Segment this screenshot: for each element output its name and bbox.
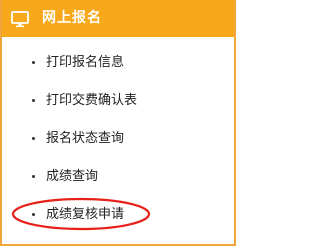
menu-item-label: 成绩复核申请 <box>46 207 125 222</box>
menu-item-print-registration-info[interactable]: 打印报名信息 <box>2 44 234 82</box>
menu-item-print-payment-confirmation[interactable]: 打印交费确认表 <box>2 82 234 120</box>
menu-item-label: 打印报名信息 <box>46 55 125 70</box>
menu-item-score-query[interactable]: 成绩查询 <box>2 158 234 196</box>
menu-item-label: 报名状态查询 <box>46 131 125 146</box>
bullet-icon <box>32 99 35 102</box>
monitor-icon <box>11 11 29 28</box>
bullet-icon <box>32 61 35 64</box>
bullet-icon <box>32 137 35 140</box>
menu-item-registration-status-query[interactable]: 报名状态查询 <box>2 120 234 158</box>
panel-title: 网上报名 <box>42 10 102 26</box>
bullet-icon <box>32 213 35 216</box>
bullet-icon <box>32 175 35 178</box>
online-registration-panel: 网上报名 打印报名信息 打印交费确认表 报名状态查询 成绩查询 成绩复核申请 <box>0 0 236 246</box>
menu-item-label: 成绩查询 <box>46 169 99 184</box>
menu-item-label: 打印交费确认表 <box>46 93 138 108</box>
panel-header: 网上报名 <box>2 0 234 37</box>
menu-item-score-review-application[interactable]: 成绩复核申请 <box>2 196 234 234</box>
